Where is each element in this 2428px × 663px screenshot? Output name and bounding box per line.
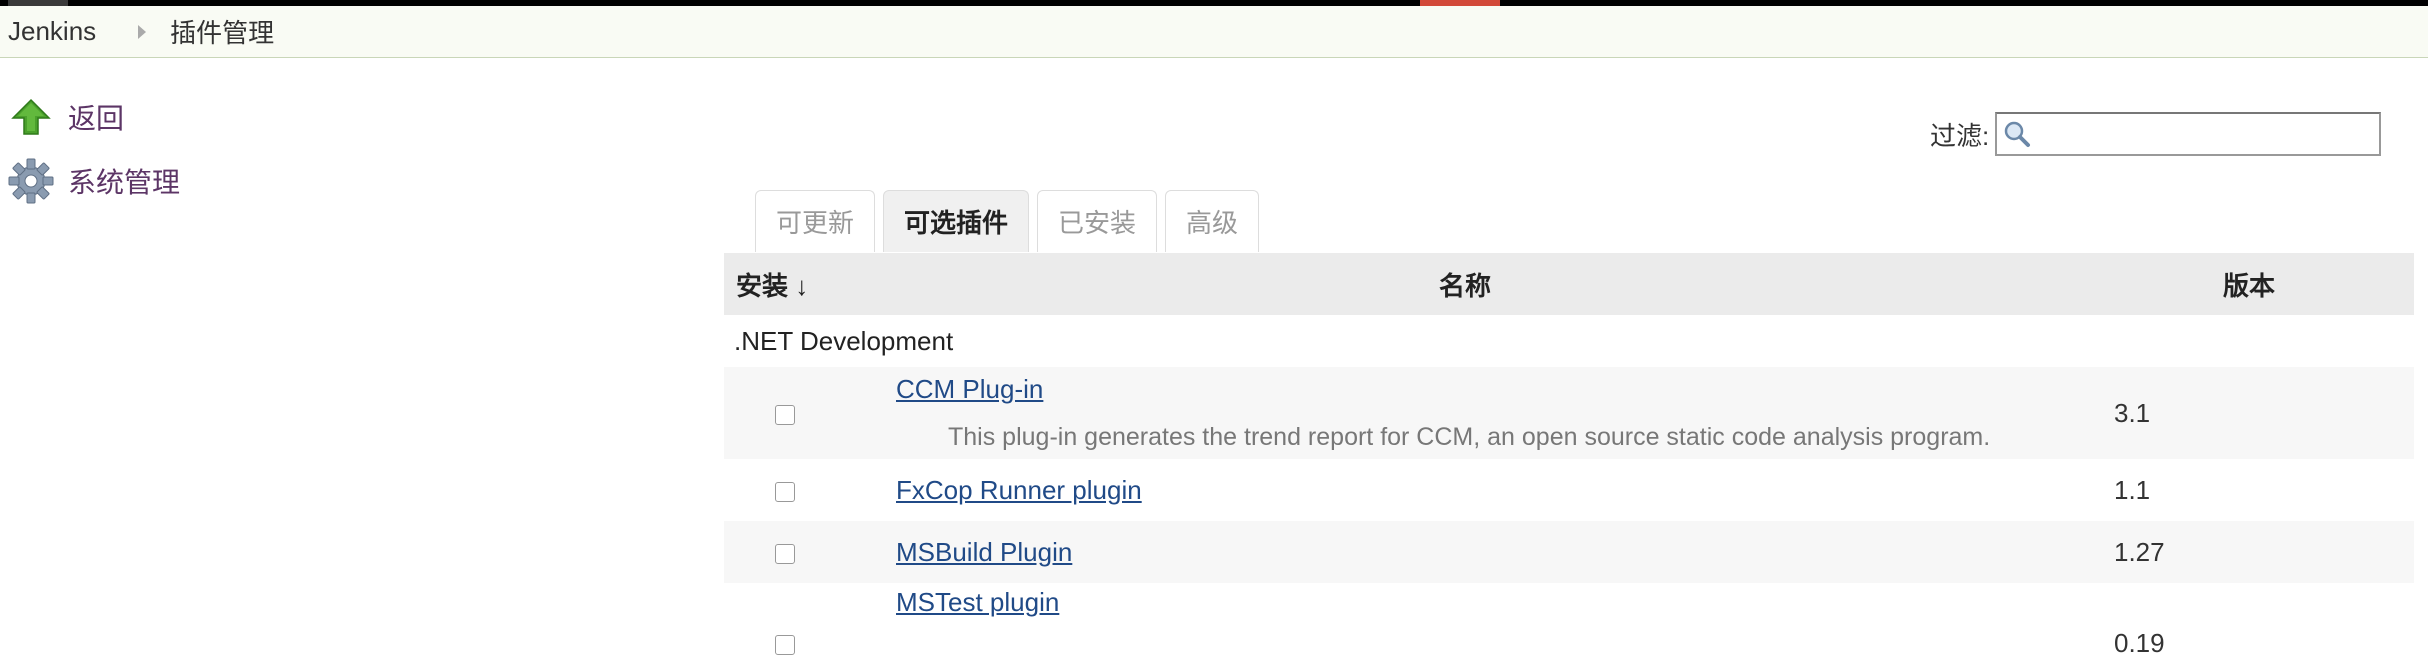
install-checkbox[interactable] xyxy=(775,635,795,656)
install-checkbox[interactable] xyxy=(775,543,795,564)
filter-bar: 过滤: xyxy=(1930,112,2382,156)
plugin-version: 1.1 xyxy=(2084,459,2414,521)
plugin-description: This plug-in generates the trend report … xyxy=(948,423,1991,451)
breadcrumb: Jenkins 插件管理 xyxy=(0,6,2428,58)
table-row: MSTest plugin 0.19 xyxy=(724,583,2414,663)
filter-input[interactable] xyxy=(2037,114,2382,156)
task-back-label[interactable]: 返回 xyxy=(68,97,124,137)
tab-updates[interactable]: 可更新 xyxy=(755,190,876,252)
category-label: .NET Development xyxy=(724,315,2414,367)
task-manage-jenkins[interactable]: 系统管理 xyxy=(8,154,180,208)
column-version[interactable]: 版本 xyxy=(2084,253,2414,315)
plugin-version: 0.19 xyxy=(2084,583,2414,663)
category-row: .NET Development xyxy=(724,315,2414,367)
filter-label: 过滤: xyxy=(1930,120,1990,151)
plugin-table: 安装 ↓ 名称 版本 .NET Development CCM Plug-in … xyxy=(724,253,2414,663)
tab-available[interactable]: 可选插件 xyxy=(883,190,1030,252)
plugin-version: 1.27 xyxy=(2084,521,2414,583)
plugin-version: 3.1 xyxy=(2084,367,2414,459)
plugin-link[interactable]: MSTest plugin xyxy=(896,587,1059,617)
table-row: FxCop Runner plugin 1.1 xyxy=(724,459,2414,521)
install-checkbox[interactable] xyxy=(775,404,795,425)
plugin-link[interactable]: FxCop Runner plugin xyxy=(896,475,1142,505)
task-manage-jenkins-label[interactable]: 系统管理 xyxy=(68,161,180,201)
side-panel-tasks: 返回 系统管理 xyxy=(8,90,180,218)
breadcrumb-separator-icon[interactable] xyxy=(138,24,147,39)
tab-advanced[interactable]: 高级 xyxy=(1165,190,1260,252)
search-icon xyxy=(2003,120,2031,155)
filter-input-box[interactable] xyxy=(1995,112,2382,156)
install-checkbox[interactable] xyxy=(775,481,795,502)
table-header-row: 安装 ↓ 名称 版本 xyxy=(724,253,2414,315)
column-name[interactable]: 名称 xyxy=(846,253,2084,315)
table-row: MSBuild Plugin 1.27 xyxy=(724,521,2414,583)
up-arrow-icon xyxy=(8,94,54,140)
column-install[interactable]: 安装 ↓ xyxy=(724,253,846,315)
breadcrumb-plugin-manager[interactable]: 插件管理 xyxy=(170,13,274,50)
breadcrumb-jenkins[interactable]: Jenkins xyxy=(0,16,96,47)
table-row: CCM Plug-in This plug-in generates the t… xyxy=(724,367,2414,459)
gear-icon xyxy=(8,158,54,204)
tab-installed[interactable]: 已安装 xyxy=(1037,190,1158,252)
plugin-link[interactable]: MSBuild Plugin xyxy=(896,537,1072,567)
plugin-link[interactable]: CCM Plug-in xyxy=(896,374,1043,404)
task-back[interactable]: 返回 xyxy=(8,90,180,144)
plugin-tabs: 可更新 可选插件 已安装 高级 xyxy=(755,190,1267,252)
